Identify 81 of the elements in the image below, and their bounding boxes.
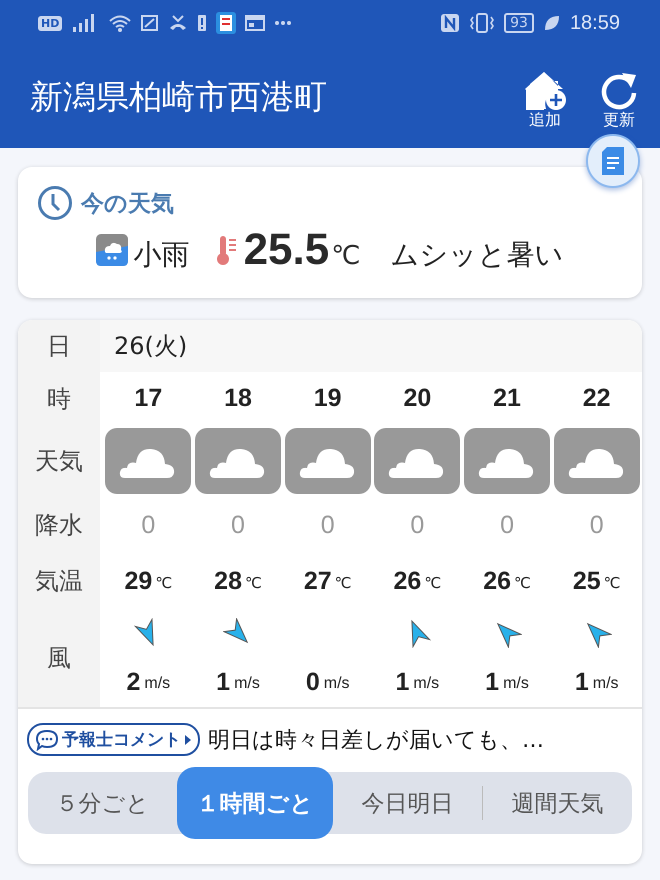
- hour-label: 22: [582, 384, 611, 413]
- temperature-unit: ℃: [334, 574, 352, 592]
- cloud-icon: [374, 428, 460, 494]
- date-label: 26(火): [114, 331, 188, 362]
- wifi-icon: [108, 13, 132, 33]
- wind-speed-value: 1: [216, 668, 230, 696]
- hour-label: 20: [403, 384, 432, 413]
- comment-text: 明日は時々日差しが届いても、…: [208, 726, 544, 754]
- temperature-value: 28: [214, 566, 242, 596]
- precipitation-value: 0: [320, 510, 335, 540]
- wind-speed-unit: m/s: [592, 675, 619, 693]
- temperature-value: 29: [124, 566, 152, 596]
- nfc-icon: [440, 13, 460, 33]
- wind-speed-value: 1: [396, 668, 410, 696]
- tab[interactable]: 週間天気: [483, 772, 632, 834]
- sim-icon: [141, 14, 160, 32]
- wind-speed-unit: m/s: [413, 675, 440, 693]
- clock-time: 18:59: [570, 12, 620, 34]
- document-icon: [602, 147, 624, 175]
- more-icon: [274, 20, 292, 26]
- cloud-icon: [195, 428, 281, 494]
- speech-bubble-icon: [35, 728, 59, 750]
- wind-speed-value: 2: [126, 668, 140, 696]
- wind-speed-value: 1: [485, 668, 500, 696]
- hour-label: 18: [224, 384, 252, 413]
- row-label: 日: [47, 331, 71, 362]
- leaf-icon: [542, 14, 561, 32]
- temperature-value: 27: [304, 566, 332, 596]
- battery-level: 93: [504, 13, 534, 33]
- row-label: 天気: [35, 446, 83, 477]
- temperature-unit: ℃: [424, 574, 442, 592]
- forecaster-comment-button[interactable]: 予報士コメント: [27, 723, 200, 756]
- light-rain-icon: [96, 234, 128, 266]
- row-label: 気温: [35, 566, 83, 597]
- condition-label: 小雨: [134, 237, 190, 273]
- temperature-unit: ℃: [331, 241, 360, 271]
- tab[interactable]: 今日明日: [333, 772, 482, 834]
- vibrate-icon: [469, 12, 496, 34]
- temperature-value: 26: [483, 566, 511, 596]
- add-button[interactable]: 追加: [522, 69, 568, 129]
- wind-speed-value: 0: [306, 668, 320, 696]
- cloud-icon: [464, 428, 550, 494]
- precipitation-value: 0: [141, 510, 156, 540]
- battery-alert-icon: [197, 13, 208, 33]
- missed-call-icon: [168, 14, 188, 32]
- calendar-icon: [245, 14, 266, 32]
- precipitation-value: 0: [410, 510, 424, 540]
- row-label: 降水: [35, 510, 83, 541]
- temperature-value: 25: [572, 566, 601, 596]
- temperature-unit: ℃: [244, 574, 262, 592]
- temperature-unit: ℃: [604, 574, 621, 592]
- hour-label: 19: [314, 384, 342, 413]
- temperature-value: 26: [394, 566, 422, 596]
- precipitation-value: 0: [590, 510, 604, 540]
- refresh-button[interactable]: 更新: [598, 69, 640, 129]
- caret-icon: [184, 734, 192, 746]
- app-icon: [216, 12, 236, 34]
- temperature-unit: ℃: [514, 574, 531, 592]
- wind-speed-unit: m/s: [503, 675, 529, 693]
- wind-speed-value: 1: [574, 668, 589, 696]
- row-label: 風: [47, 643, 71, 674]
- hour-label: 17: [134, 384, 162, 413]
- tab[interactable]: ５分ごと: [28, 772, 177, 834]
- current-temperature: 25.5: [244, 225, 330, 275]
- hour-label: 21: [493, 384, 521, 413]
- feeling-label: ムシッと暑い: [390, 237, 564, 273]
- cloud-icon: [105, 428, 192, 494]
- location-title: 新潟県柏崎市西港町: [30, 76, 327, 118]
- hd-badge: HD: [38, 16, 62, 30]
- wind-speed-unit: m/s: [234, 675, 260, 693]
- wind-speed-unit: m/s: [324, 675, 350, 693]
- temperature-unit: ℃: [155, 574, 172, 592]
- row-label: 時: [47, 384, 71, 414]
- section-title: 今の天気: [81, 190, 174, 218]
- wind-speed-unit: m/s: [144, 675, 170, 693]
- clock-icon: [37, 185, 73, 221]
- precipitation-value: 0: [500, 510, 514, 540]
- thermometer-icon: [216, 234, 238, 266]
- tab[interactable]: １時間ごと: [176, 767, 334, 839]
- precipitation-value: 0: [231, 510, 245, 540]
- cloud-icon: [284, 428, 371, 494]
